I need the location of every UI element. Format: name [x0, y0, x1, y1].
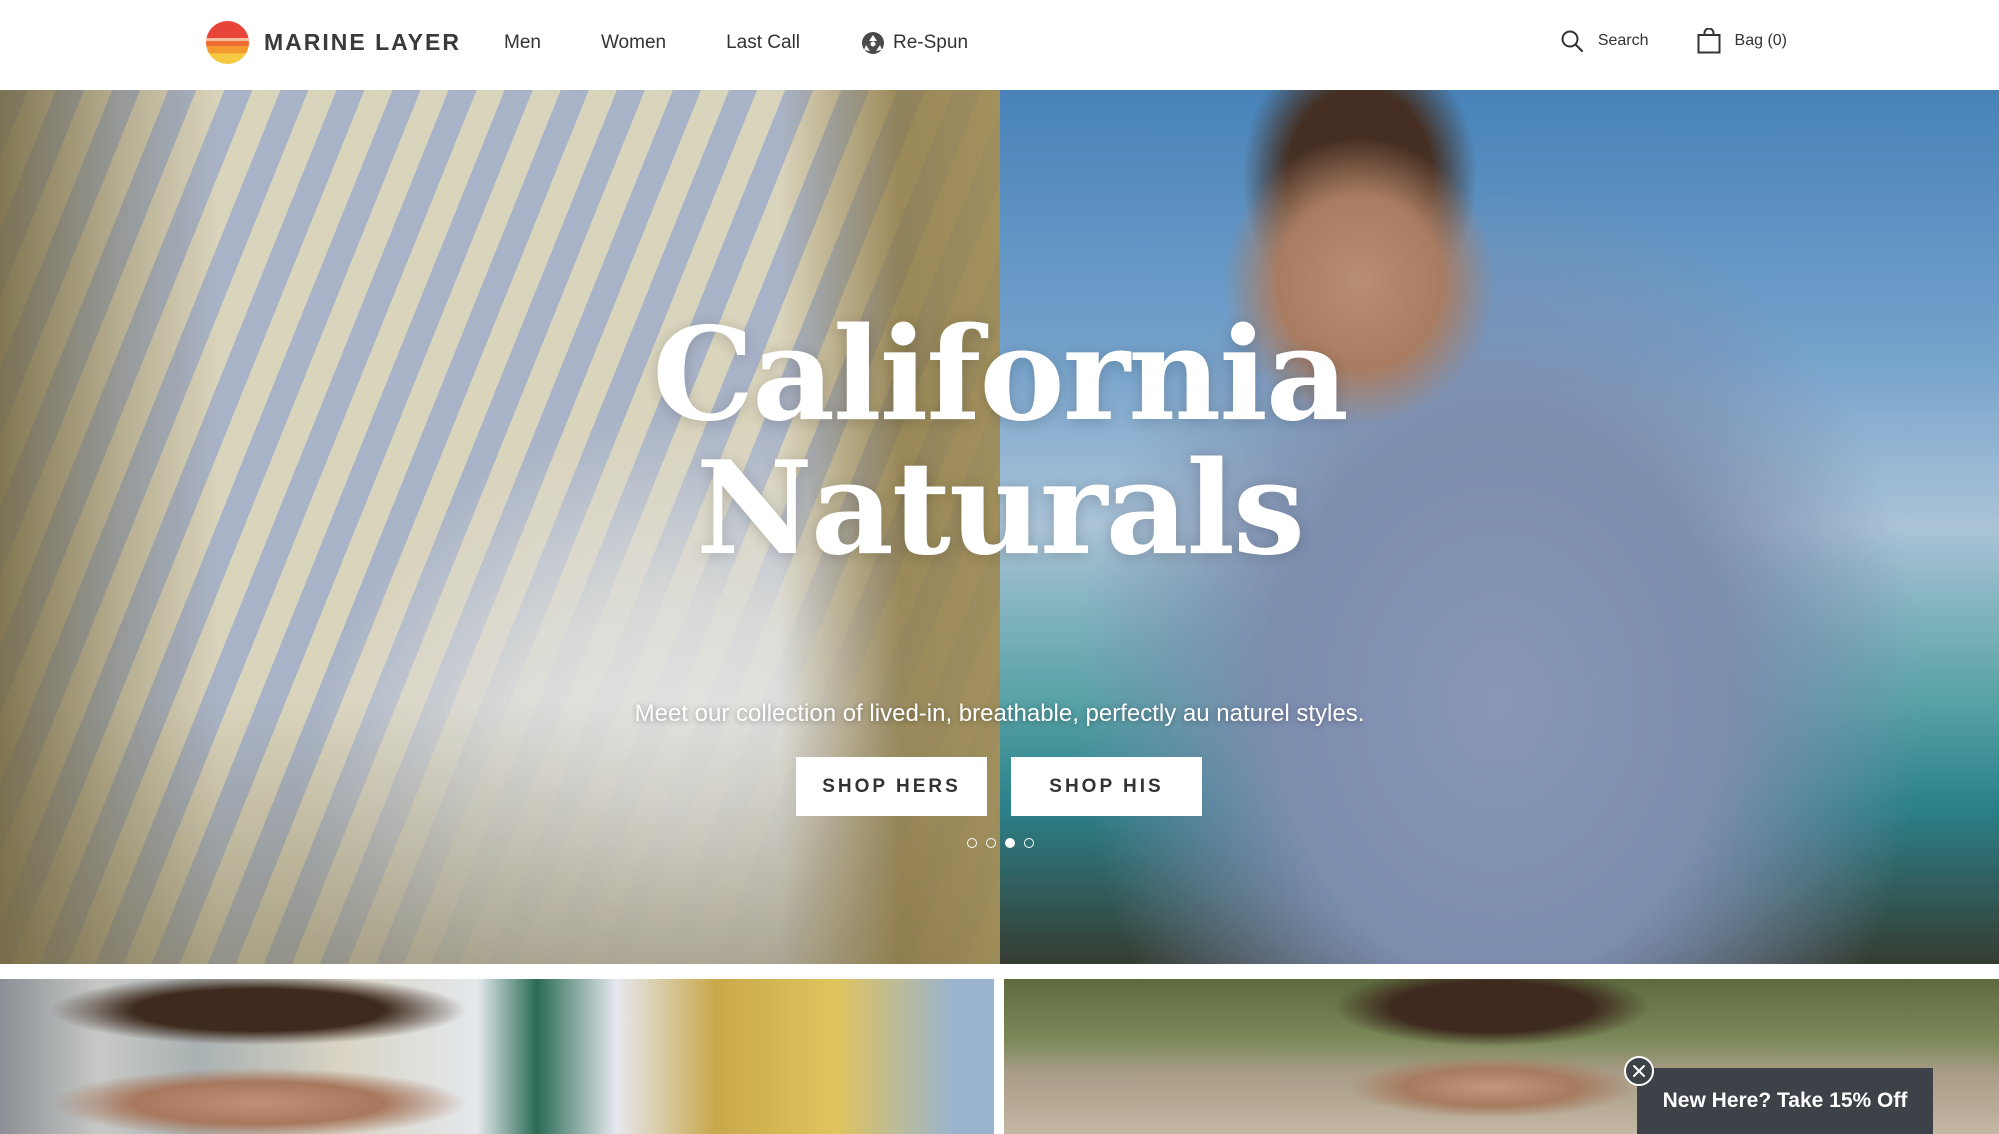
nav-item-re-spun-label: Re-Spun — [893, 32, 969, 53]
nav-item-men[interactable]: Men — [504, 32, 541, 54]
close-icon — [1633, 1065, 1645, 1077]
bag-label: Bag (0) — [1734, 32, 1787, 49]
hero-subtitle: Meet our collection of lived-in, breatha… — [634, 700, 1365, 727]
utility-nav: Search Bag (0) — [1560, 28, 1787, 54]
brand-logo-link[interactable]: MARINE LAYER — [206, 21, 461, 64]
search-button[interactable]: Search — [1560, 29, 1649, 53]
carousel-dot[interactable] — [986, 838, 996, 848]
nav-item-last-call[interactable]: Last Call — [726, 32, 800, 54]
site-header: MARINE LAYER Men Women Last Call Re-Spun… — [0, 0, 1999, 90]
main-nav: Men Women Last Call Re-Spun — [504, 30, 968, 56]
new-customer-offer-button[interactable]: New Here? Take 15% Off — [1637, 1068, 1933, 1134]
promo-tile-left[interactable] — [0, 979, 994, 1134]
shop-hers-button[interactable]: SHOP HERS — [796, 757, 987, 816]
hero-title-line-1: California — [652, 300, 1349, 450]
recycle-icon — [862, 32, 885, 54]
tile-divider — [994, 979, 1004, 1134]
brand-name: MARINE LAYER — [264, 29, 461, 55]
sunset-logo-icon — [206, 21, 249, 64]
carousel-dot-active[interactable] — [1005, 838, 1015, 848]
shop-his-button[interactable]: SHOP HIS — [1011, 757, 1202, 816]
hero-title-line-2: Naturals — [695, 434, 1305, 584]
carousel-dots — [967, 838, 1043, 848]
carousel-dot[interactable] — [1024, 838, 1034, 848]
close-promo-button[interactable] — [1624, 1056, 1654, 1086]
bag-button[interactable]: Bag (0) — [1697, 28, 1787, 54]
nav-item-women[interactable]: Women — [601, 32, 666, 54]
carousel-dot[interactable] — [967, 838, 977, 848]
nav-item-re-spun[interactable]: Re-Spun — [860, 30, 968, 56]
search-label: Search — [1597, 32, 1649, 49]
shopping-bag-icon — [1697, 28, 1721, 54]
search-icon — [1561, 30, 1583, 53]
